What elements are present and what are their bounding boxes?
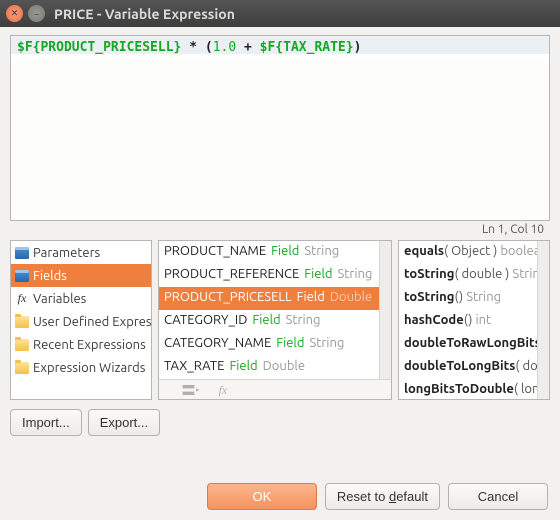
field-kind: Field [252,313,280,327]
field-kind: Field [297,290,325,304]
method-args: () [464,313,476,327]
field-name: PRODUCT_REFERENCE [164,267,299,281]
field-type: String [337,267,372,281]
field-row[interactable]: TAX_RATE Field Double [159,356,379,379]
method-return: String [512,267,537,281]
category-tree[interactable]: Parameters Fields fx Variables User Defined … [10,240,152,400]
field-kind: Field [271,244,299,258]
field-type: Double [263,359,305,373]
field-row[interactable]: PRODUCT_PRICESELL Field Double [159,287,379,310]
expression-editor[interactable]: $F{PRODUCT_PRICESELL} * (1.0 + $F{TAX_RA… [10,35,550,221]
fields-list[interactable]: PRODUCT_NAMEFieldStringPRODUCT_REFERENCE… [158,240,392,400]
tree-item[interactable]: Recent Expressions [11,333,151,356]
field-kind: Field [276,336,304,350]
method-row[interactable]: doubleToRawLongBits( double ) long [399,333,537,356]
method-args: () [454,290,466,304]
reset-button[interactable]: Reset to default [325,483,440,510]
field-kind: Field [304,267,332,281]
tree-item-label: Expression Wizards [33,361,145,375]
tree-item[interactable]: Parameters [11,241,151,264]
field-name: CATEGORY_ID [164,313,247,327]
field-name: PRODUCT_PRICESELL [164,290,292,304]
tree-item-label: Variables [33,292,86,306]
db-icon [15,247,29,259]
cursor-status: Ln 1, Col 10 [10,221,550,240]
field-row[interactable]: PRODUCT_REFERENCE Field String [159,264,379,287]
field-name: TAX_RATE [164,359,224,373]
method-row[interactable]: toString() String [399,287,537,310]
scrollbar[interactable] [379,241,391,379]
export-button[interactable]: Export... [88,409,160,436]
method-args: ( long ) [514,382,537,396]
field-row[interactable]: CATEGORY_NAME Field String [159,333,379,356]
import-button[interactable]: Import... [10,409,82,436]
dialog-footer: OK Reset to default Cancel [207,483,548,510]
tree-item-label: Parameters [33,246,100,260]
ok-button[interactable]: OK [207,483,317,510]
minimize-icon[interactable]: – [28,5,45,22]
close-icon[interactable]: ✕ [6,5,23,22]
fold-icon [15,339,29,351]
field-type: Double [330,290,372,304]
method-row[interactable]: hashCode() int [399,310,537,333]
method-return: boolean [500,244,537,258]
field-name: CATEGORY_NAME [164,336,271,350]
method-return: String [466,290,501,304]
tree-item-label: Recent Expressions [33,338,146,352]
method-name: equals [404,244,444,258]
method-name: doubleToRawLongBits [404,336,537,350]
method-args: ( double ) [515,359,537,373]
method-args: ( Object ) [444,244,500,258]
scrollbar[interactable] [537,241,549,399]
insert-function-icon[interactable]: fx [217,383,237,397]
tree-item-label: User Defined Expressions [33,315,151,329]
tree-item-label: Fields [33,269,67,283]
method-name: toString [404,290,454,304]
method-row[interactable]: longBitsToDouble( long ) double [399,379,537,399]
field-kind: Field [229,359,257,373]
tree-item[interactable]: Fields [11,264,151,287]
method-row[interactable]: toString( double ) String [399,264,537,287]
tree-item[interactable]: Expression Wizards [11,356,151,379]
tree-item[interactable]: fx Variables [11,287,151,310]
method-name: toString [404,267,454,281]
method-name: longBitsToDouble [404,382,514,396]
method-return: int [475,313,491,327]
fold-icon [15,362,29,374]
field-type: String [304,244,339,258]
method-row[interactable]: equals( Object ) boolean [399,241,537,264]
titlebar: ✕ – PRICE - Variable Expression [0,0,560,27]
window-title: PRICE - Variable Expression [54,6,235,22]
cancel-button[interactable]: Cancel [448,483,548,510]
db-icon [15,270,29,282]
insert-field-icon[interactable] [181,383,201,397]
svg-text:fx: fx [219,384,228,397]
dialog-content: $F{PRODUCT_PRICESELL} * (1.0 + $F{TAX_RA… [0,27,560,446]
field-name: PRODUCT_NAME [164,244,266,258]
method-name: hashCode [404,313,464,327]
method-name: doubleToLongBits [404,359,515,373]
tree-item[interactable]: User Defined Expressions [11,310,151,333]
fold-icon [15,316,29,328]
method-row[interactable]: doubleToLongBits( double ) long [399,356,537,379]
field-row[interactable]: PRODUCT_NAME Field String [159,241,379,264]
fields-toolbar: fx [159,379,391,399]
fn-icon: fx [15,291,29,306]
methods-list[interactable]: equals( Object ) booleantoString( double… [398,240,550,400]
field-type: String [286,313,321,327]
field-type: String [309,336,344,350]
method-args: ( double ) [454,267,512,281]
field-row[interactable]: CATEGORY_ID Field String [159,310,379,333]
